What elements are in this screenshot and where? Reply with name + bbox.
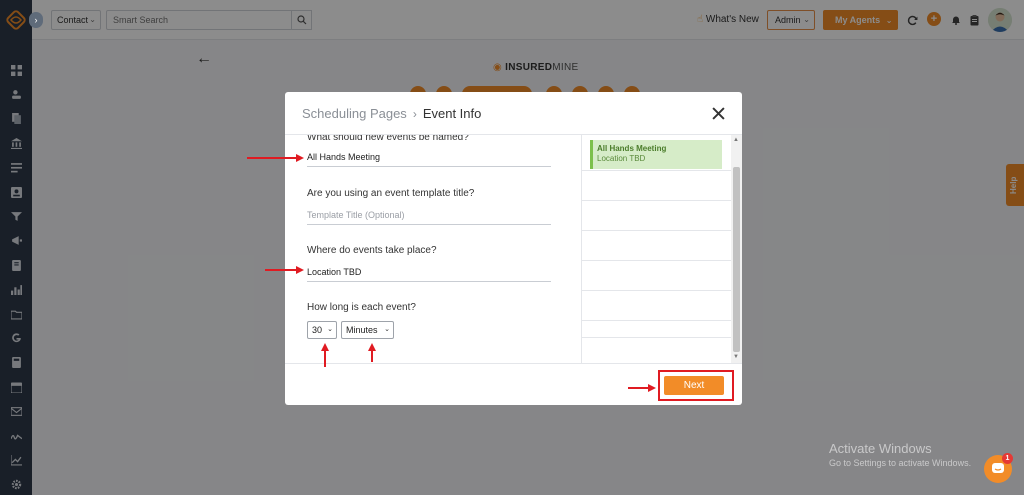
chevron-down-icon: ⌄ xyxy=(384,326,390,333)
event-info-modal: Scheduling Pages › Event Info What should … xyxy=(285,92,742,405)
chat-bubble-icon xyxy=(992,463,1004,473)
scroll-up-arrow-icon[interactable]: ▲ xyxy=(733,137,739,143)
event-name-field[interactable]: All Hands Meeting xyxy=(307,150,551,167)
calendar-event-title: All Hands Meeting xyxy=(597,144,667,153)
scroll-down-arrow-icon[interactable]: ▼ xyxy=(733,354,739,360)
calendar-slot xyxy=(582,261,732,291)
template-title-question: Are you using an event template title? xyxy=(307,188,475,199)
calendar-slot xyxy=(582,171,732,201)
event-info-form: What should new events be named? All Han… xyxy=(285,135,581,363)
chat-unread-badge: 1 xyxy=(1002,453,1013,464)
calendar-slot xyxy=(582,231,732,261)
close-modal-button[interactable] xyxy=(709,104,727,122)
duration-question: How long is each event? xyxy=(307,302,416,313)
modal-footer: Next xyxy=(285,363,742,405)
next-button[interactable]: Next xyxy=(664,376,724,395)
breadcrumb-event-info: Event Info xyxy=(422,106,482,121)
event-name-question: What should new events be named? xyxy=(307,135,469,143)
calendar-slot xyxy=(582,291,732,321)
location-field[interactable]: Location TBD xyxy=(307,265,551,282)
calendar-event-location: Location TBD xyxy=(597,154,646,163)
calendar-slot: All Hands Meeting Location TBD xyxy=(582,135,732,171)
location-question: Where do events take place? xyxy=(307,245,437,256)
duration-value: 30 xyxy=(312,325,323,335)
duration-unit: Minutes xyxy=(346,325,378,335)
calendar-slot xyxy=(582,321,732,338)
calendar-event-block[interactable]: All Hands Meeting Location TBD xyxy=(590,140,722,169)
breadcrumb-chevron-icon: › xyxy=(412,107,417,121)
duration-value-select[interactable]: 30 ⌄ xyxy=(307,321,337,339)
event-name-value: All Hands Meeting xyxy=(307,152,381,162)
watermark-subtitle: Go to Settings to activate Windows. xyxy=(829,458,972,468)
duration-unit-select[interactable]: Minutes ⌄ xyxy=(341,321,394,339)
template-title-field[interactable]: Template Title (Optional) xyxy=(307,208,551,225)
calendar-scrollbar[interactable]: ▲ ▼ xyxy=(731,135,742,363)
close-icon xyxy=(711,106,725,120)
watermark-title: Activate Windows xyxy=(829,441,932,456)
modal-header: Scheduling Pages › Event Info xyxy=(285,92,742,135)
sidebar-toggle-chevron-icon[interactable]: › xyxy=(29,12,43,28)
calendar-slot xyxy=(582,201,732,231)
scrollbar-thumb[interactable] xyxy=(733,167,740,352)
chevron-down-icon: ⌄ xyxy=(327,326,333,333)
location-value: Location TBD xyxy=(307,267,362,277)
breadcrumb: Scheduling Pages › Event Info xyxy=(302,106,481,121)
template-title-placeholder: Template Title (Optional) xyxy=(307,210,405,220)
activate-windows-watermark: Activate Windows Go to Settings to activ… xyxy=(829,441,971,468)
calendar-preview: All Hands Meeting Location TBD xyxy=(581,135,732,363)
breadcrumb-scheduling-pages[interactable]: Scheduling Pages xyxy=(302,106,407,121)
